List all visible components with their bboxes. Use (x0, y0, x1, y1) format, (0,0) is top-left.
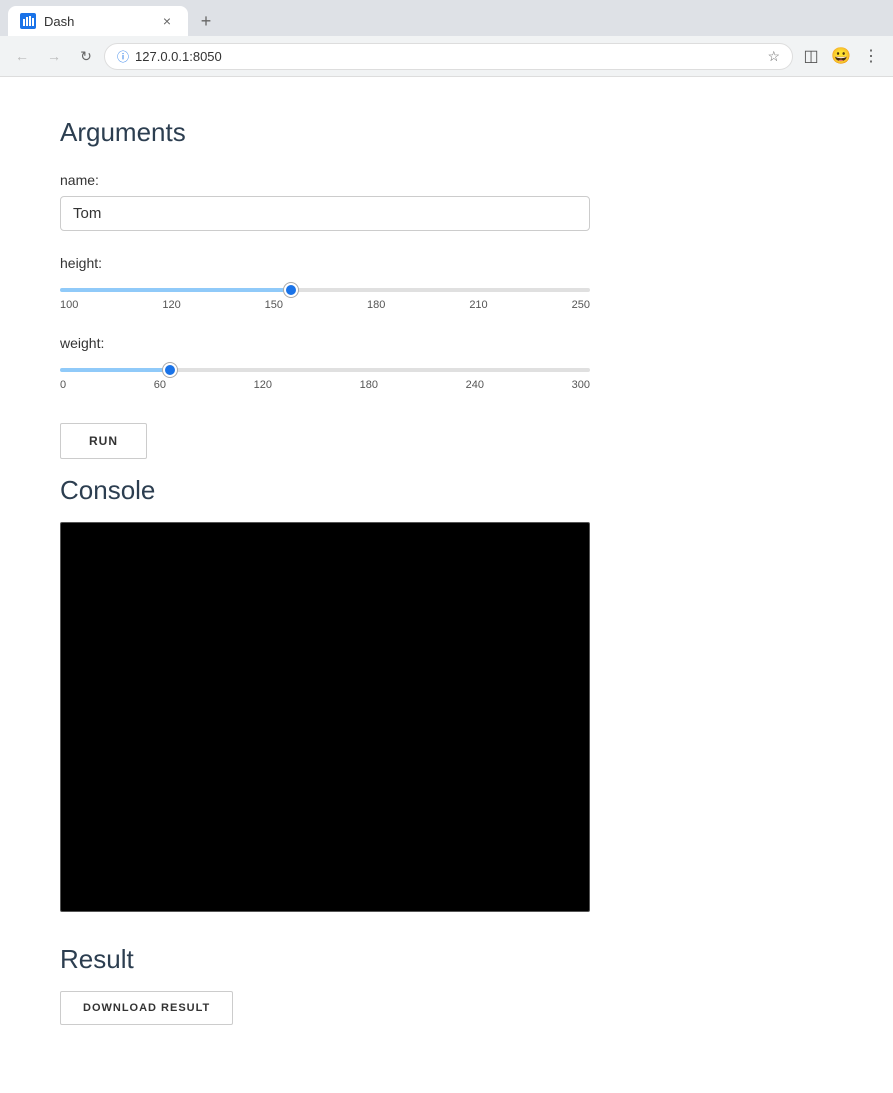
tick-120: 120 (162, 299, 180, 311)
nav-bar: ← → ↻ ⓘ 127.0.0.1:8050 ☆ ◫ 😀 ⋮ (0, 36, 893, 76)
height-label: height: (60, 255, 740, 271)
refresh-button[interactable]: ↻ (72, 42, 100, 70)
address-bar[interactable]: ⓘ 127.0.0.1:8050 ☆ (104, 43, 793, 70)
console-output (60, 522, 590, 912)
tick-300: 300 (572, 379, 590, 391)
profile-icon[interactable]: 😀 (827, 42, 855, 70)
name-input[interactable] (60, 196, 590, 231)
name-label: name: (60, 172, 740, 188)
height-ticks: 100 120 150 180 210 250 (60, 299, 590, 311)
forward-button[interactable]: → (40, 42, 68, 70)
address-text: 127.0.0.1:8050 (135, 49, 761, 64)
tab-title: Dash (44, 14, 74, 29)
tick-60: 60 (154, 379, 166, 391)
weight-slider-container: 0 60 120 180 240 300 (60, 359, 590, 391)
browser-chrome: Dash × + ← → ↻ ⓘ 127.0.0.1:8050 ☆ ◫ 😀 ⋮ (0, 0, 893, 77)
tick-210: 210 (469, 299, 487, 311)
extensions-icon[interactable]: ◫ (797, 42, 825, 70)
weight-label: weight: (60, 335, 740, 351)
bookmark-icon[interactable]: ☆ (767, 48, 780, 65)
page-content: Arguments name: height: 100 120 150 180 … (0, 77, 800, 1065)
arguments-title: Arguments (60, 117, 740, 148)
tick-150: 150 (265, 299, 283, 311)
weight-group: weight: 0 60 120 180 240 300 (60, 335, 740, 391)
tab-bar: Dash × + (0, 0, 893, 36)
tick-120: 120 (254, 379, 272, 391)
toolbar-icons: ◫ 😀 ⋮ (797, 42, 885, 70)
tick-180: 180 (360, 379, 378, 391)
height-group: height: 100 120 150 180 210 250 (60, 255, 740, 311)
lock-icon: ⓘ (117, 48, 129, 65)
console-title: Console (60, 475, 740, 506)
name-group: name: (60, 172, 740, 231)
active-tab[interactable]: Dash × (8, 6, 188, 36)
weight-slider[interactable] (60, 368, 590, 372)
back-button[interactable]: ← (8, 42, 36, 70)
tick-240: 240 (466, 379, 484, 391)
height-slider[interactable] (60, 288, 590, 292)
run-button[interactable]: RUN (60, 423, 147, 459)
result-title: Result (60, 944, 740, 975)
menu-icon[interactable]: ⋮ (857, 42, 885, 70)
tick-100: 100 (60, 299, 78, 311)
height-slider-container: 100 120 150 180 210 250 (60, 279, 590, 311)
tick-0: 0 (60, 379, 66, 391)
tick-250: 250 (572, 299, 590, 311)
tick-180: 180 (367, 299, 385, 311)
new-tab-button[interactable]: + (192, 7, 220, 35)
download-result-button[interactable]: DOWNLOAD RESULT (60, 991, 233, 1025)
tab-favicon (20, 13, 36, 29)
weight-ticks: 0 60 120 180 240 300 (60, 379, 590, 391)
tab-close-button[interactable]: × (158, 12, 176, 30)
